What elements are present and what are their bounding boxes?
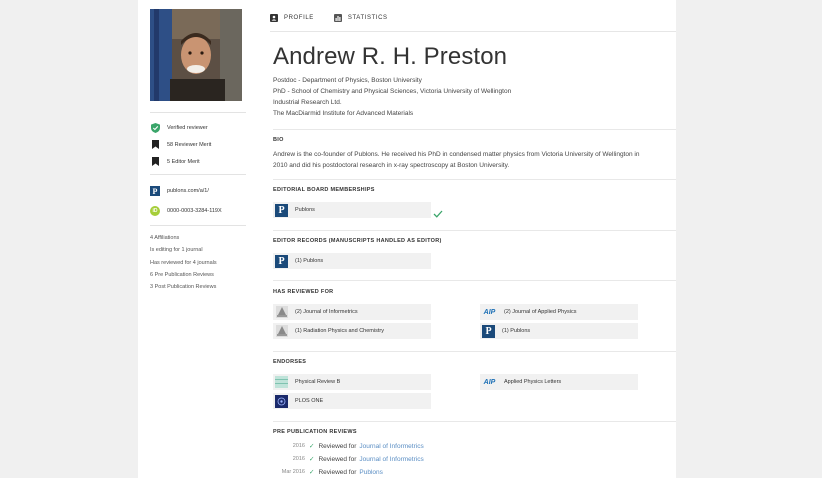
reviewed-journal-item[interactable]: (1) Radiation Physics and Chemistry: [273, 323, 431, 339]
review-text: Reviewed for: [318, 442, 357, 450]
reviewed-journal-item[interactable]: P (1) Publons: [480, 323, 638, 339]
pre-reviews-heading: PRE PUBLICATION REVIEWS: [273, 429, 357, 435]
orcid-link[interactable]: iD 0000-0003-3284-119X: [150, 201, 246, 221]
prb-logo-icon: [275, 376, 288, 389]
endorsed-journal-item[interactable]: AIP Applied Physics Letters: [480, 374, 638, 390]
bio-text: Andrew is the co-founder of Publons. He …: [273, 151, 640, 169]
profile-page: Verified reviewer 58 Reviewer Merit 5 Ed…: [138, 0, 676, 478]
review-journal-link[interactable]: Journal of Informetrics: [359, 443, 423, 450]
editor-merit: 5 Editor Merit: [150, 153, 246, 170]
review-row: 2016 ✓ Reviewed for Journal of Informetr…: [273, 442, 424, 451]
stat-reviewed: Has reviewed for 4 journals: [150, 259, 217, 266]
tabs-divider: [270, 31, 676, 32]
sidebar-divider: [150, 112, 246, 113]
profile-main: PROFILE STATISTICS Andrew R. H. Preston …: [270, 0, 676, 478]
review-text: Reviewed for: [318, 468, 357, 476]
stat-affiliations: 4 Affiliations: [150, 235, 180, 241]
affiliation-item: Industrial Research Ltd.: [273, 99, 342, 106]
profile-name: Andrew R. H. Preston: [273, 43, 508, 70]
verified-reviewer-badge: Verified reviewer: [150, 119, 246, 136]
review-text: Reviewed for: [318, 455, 357, 463]
aip-logo-icon: AIP: [483, 378, 496, 386]
review-date: 2016: [292, 456, 305, 462]
editorial-heading: EDITORIAL BOARD MEMBERSHIPS: [273, 187, 375, 193]
section-divider: [273, 351, 676, 352]
profile-card-icon: [270, 14, 278, 22]
stat-editing: Is editing for 1 journal: [150, 247, 203, 254]
profile-tabs: PROFILE STATISTICS: [270, 11, 388, 31]
profile-photo: [150, 9, 242, 101]
bio-heading: BIO: [273, 137, 284, 143]
publons-logo-icon: P: [482, 324, 495, 338]
section-divider: [273, 129, 676, 130]
publons-logo-icon: P: [275, 254, 288, 268]
check-icon: ✓: [309, 443, 315, 450]
review-row: 2016 ✓ Reviewed for Journal of Informetr…: [273, 455, 424, 464]
bookmark-icon: [150, 140, 160, 150]
check-icon: ✓: [309, 456, 315, 463]
review-journal-link[interactable]: Publons: [359, 469, 383, 476]
profile-stats: 4 Affiliations Is editing for 1 journal …: [150, 232, 250, 293]
review-row: Mar 2016 ✓ Reviewed for Publons: [273, 468, 383, 477]
section-divider: [273, 230, 676, 231]
section-divider: [273, 179, 676, 180]
section-divider: [273, 280, 676, 281]
profile-sidebar: Verified reviewer 58 Reviewer Merit 5 Ed…: [138, 0, 254, 478]
orcid-icon: iD: [150, 206, 160, 216]
editorial-item-publons[interactable]: P Publons: [273, 202, 431, 218]
shield-check-icon: [150, 122, 160, 133]
reviewed-journal-item[interactable]: (2) Journal of Informetrics: [273, 304, 431, 320]
profile-links: P publons.com/a/1/ iD 0000-0003-3284-119…: [150, 181, 246, 221]
sidebar-divider: [150, 174, 246, 175]
merit-label: 58 Reviewer Merit: [167, 141, 212, 148]
editor-record-item[interactable]: P (1) Publons: [273, 253, 431, 269]
merits-list: Verified reviewer 58 Reviewer Merit 5 Ed…: [150, 119, 246, 170]
stat-pre-reviews: 6 Pre Publication Reviews: [150, 271, 214, 278]
affiliations-list: Postdoc - Department of Physics, Boston …: [273, 75, 511, 119]
elsevier-logo-icon: [275, 306, 288, 319]
endorsed-journal-item[interactable]: PLOS ONE: [273, 393, 431, 409]
affiliation-item: Postdoc - Department of Physics, Boston …: [273, 77, 422, 84]
sidebar-divider: [150, 225, 246, 226]
aip-logo-icon: AIP: [483, 308, 496, 316]
section-divider: [273, 421, 676, 422]
elsevier-logo-icon: [275, 325, 288, 338]
editor-records-heading: EDITOR RECORDS (MANUSCRIPTS HANDLED AS E…: [273, 238, 442, 244]
merit-label: Verified reviewer: [167, 124, 208, 131]
orcid-id[interactable]: 0000-0003-3284-119X: [167, 208, 222, 214]
publons-logo-icon: P: [150, 186, 160, 196]
stat-post-reviews: 3 Post Publication Reviews: [150, 284, 217, 291]
reviewer-merit: 58 Reviewer Merit: [150, 136, 246, 153]
merit-label: 5 Editor Merit: [167, 158, 200, 165]
check-icon: ✓: [309, 469, 315, 476]
affiliation-item: The MacDiarmid Institute for Advanced Ma…: [273, 110, 414, 117]
publons-url[interactable]: publons.com/a/1/: [167, 188, 209, 194]
publons-profile-link[interactable]: P publons.com/a/1/: [150, 181, 246, 201]
plos-logo-icon: [275, 394, 288, 408]
bookmark-icon: [150, 157, 160, 167]
review-date: 2016: [292, 443, 305, 449]
reviewed-journal-item[interactable]: AIP (2) Journal of Applied Physics: [480, 304, 638, 320]
affiliation-item: PhD - School of Chemistry and Physical S…: [273, 88, 512, 95]
tab-profile[interactable]: PROFILE: [270, 11, 314, 25]
publons-logo-icon: P: [275, 203, 288, 217]
endorsed-journal-item[interactable]: Physical Review B: [273, 374, 431, 390]
reviewed-for-heading: HAS REVIEWED FOR: [273, 289, 334, 295]
review-journal-link[interactable]: Journal of Informetrics: [359, 456, 423, 463]
bar-chart-icon: [333, 14, 342, 22]
tab-statistics[interactable]: STATISTICS: [333, 11, 388, 25]
review-date: Mar 2016: [281, 469, 305, 475]
checkmark-icon: [433, 205, 443, 223]
endorses-heading: ENDORSES: [273, 359, 307, 365]
